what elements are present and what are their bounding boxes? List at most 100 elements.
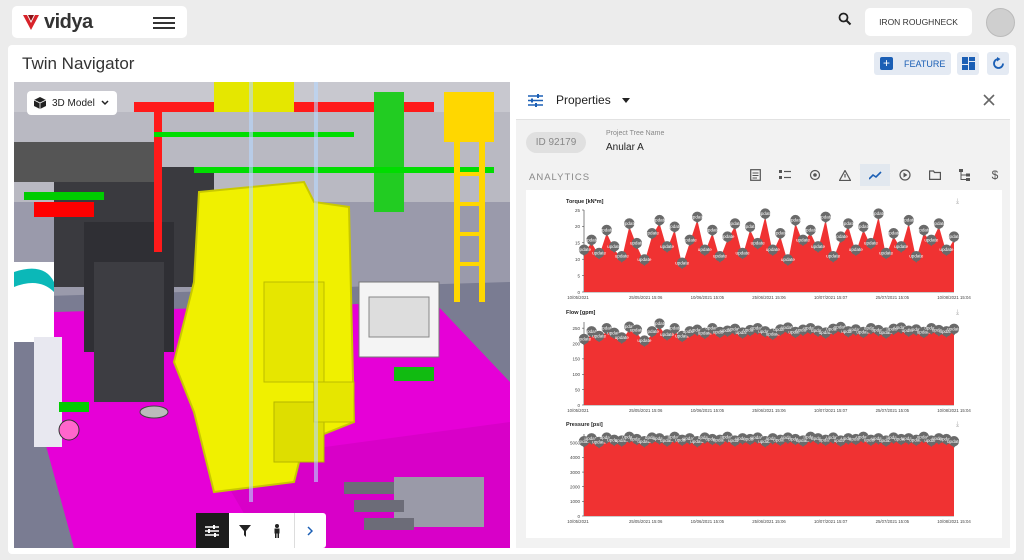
page-title: Twin Navigator [22,54,135,73]
update-annotation[interactable]: update [705,224,720,237]
annotation-label: update [849,247,863,252]
feature-button-label: FEATURE [904,58,946,69]
annotation-label: update [683,237,697,242]
update-annotation[interactable]: update [668,221,682,234]
3d-scene[interactable] [14,82,510,548]
update-annotation[interactable]: update [690,211,705,224]
y-tick-label: 25 [575,208,581,213]
chevron-right-icon [307,525,314,536]
layout-button[interactable] [957,52,979,75]
update-annotation[interactable]: update [743,221,758,234]
view-mode-dropdown[interactable]: 3D Model [27,91,117,115]
document-icon [749,169,761,181]
update-annotation[interactable]: update [947,231,961,244]
y-tick-label: 2000 [570,485,581,490]
avatar[interactable] [986,8,1015,37]
update-annotation[interactable]: update [856,221,871,234]
chart-0: 0510152025updateupdateupdateupdateupdate… [567,208,971,300]
tab-checklist[interactable] [770,164,800,186]
filter-tool-button[interactable] [229,513,262,548]
annotation-label: update [932,221,946,226]
folder-icon [929,170,941,180]
annotation-label: update [924,237,938,242]
tab-location[interactable] [800,164,830,186]
annotation-pointer [763,217,768,221]
y-tick-label: 250 [572,326,580,331]
tab-playback[interactable] [890,164,920,186]
tab-document[interactable] [740,164,770,186]
x-tick-label: 10/05/2021 [567,295,589,300]
caret-down-icon[interactable] [622,98,630,103]
x-tick-label: 10/07/2021 15:07 [814,295,848,300]
annotation-label: update [637,257,651,262]
update-annotation[interactable]: update [803,224,818,237]
annotation-label: update [902,218,916,223]
update-annotation[interactable]: update [773,228,788,240]
tab-hierarchy[interactable] [950,164,980,186]
annotation-pointer [710,233,715,237]
annotation-label: update [743,224,757,229]
annotation-label: update [856,224,870,229]
close-icon[interactable] [983,94,995,106]
annotation-label: update [811,244,825,249]
feature-button[interactable]: + FEATURE [874,52,951,75]
search-icon[interactable] [838,12,852,26]
project-tree-value: Anular A [606,142,644,153]
tab-analytics[interactable] [860,164,890,186]
annotation-label: update [947,326,961,331]
annotation-label: update [645,329,659,334]
annotation-label: update [585,237,599,242]
asset-selector-button[interactable]: IRON ROUGHNECK [865,8,972,36]
main-panel: Twin Navigator + FEATURE 3D Model Proper… [8,45,1016,554]
tab-cost[interactable]: $ [980,164,1010,186]
expand-toolbar-button[interactable] [293,513,327,548]
update-annotation[interactable]: update [652,214,667,227]
download-icon[interactable]: ⤓ [956,198,959,206]
update-annotation[interactable]: update [932,218,946,230]
annotation-label: update [630,327,644,332]
tab-warnings[interactable] [830,164,860,186]
y-tick-label: 20 [575,224,581,229]
update-annotation[interactable]: update [902,214,916,227]
download-icon[interactable]: ⤓ [956,421,959,429]
walk-tool-button[interactable] [261,513,294,548]
annotation-label: update [758,211,772,216]
update-annotation[interactable]: update [871,208,886,221]
y-tick-label: 100 [572,372,580,377]
update-annotation[interactable]: update [887,228,901,240]
update-annotation[interactable]: update [728,218,742,230]
annotation-label: update [871,211,885,216]
menu-icon[interactable] [153,14,175,30]
refresh-button[interactable] [987,52,1009,75]
x-tick-label: 10/08/2021 15:04 [937,519,971,524]
3d-viewer[interactable]: 3D Model [14,82,510,548]
settings-tool-button[interactable] [196,513,229,548]
annotation-pointer [695,220,700,224]
plus-icon: + [880,57,893,70]
update-annotation[interactable]: update [585,234,599,247]
update-annotation[interactable]: update [819,211,833,224]
annotation-label: update [736,250,750,255]
annotation-pointer [627,227,632,230]
annotation-label: update [615,254,629,259]
update-annotation[interactable]: update [917,224,931,237]
annotation-label: update [947,234,961,239]
tab-folder[interactable] [920,164,950,186]
y-tick-label: 10 [575,257,581,262]
annotation-pointer [793,224,798,227]
refresh-icon [992,57,1004,69]
warning-icon [839,169,851,181]
update-annotation[interactable]: update [622,218,637,230]
x-tick-label: 25/06/2021 15:06 [752,408,786,413]
annotation-label: update [637,338,651,343]
id-badge: ID 92179 [526,132,586,153]
annotation-label: update [826,254,840,259]
x-tick-label: 25/07/2021 15:05 [876,295,910,300]
update-annotation[interactable]: update [758,208,773,221]
update-annotation[interactable]: update [600,224,614,237]
download-icon[interactable]: ⤓ [956,309,959,317]
y-tick-label: 150 [572,357,580,362]
update-annotation[interactable]: update [841,218,856,230]
update-annotation[interactable]: update [788,214,803,227]
properties-title[interactable]: Properties [556,93,611,107]
